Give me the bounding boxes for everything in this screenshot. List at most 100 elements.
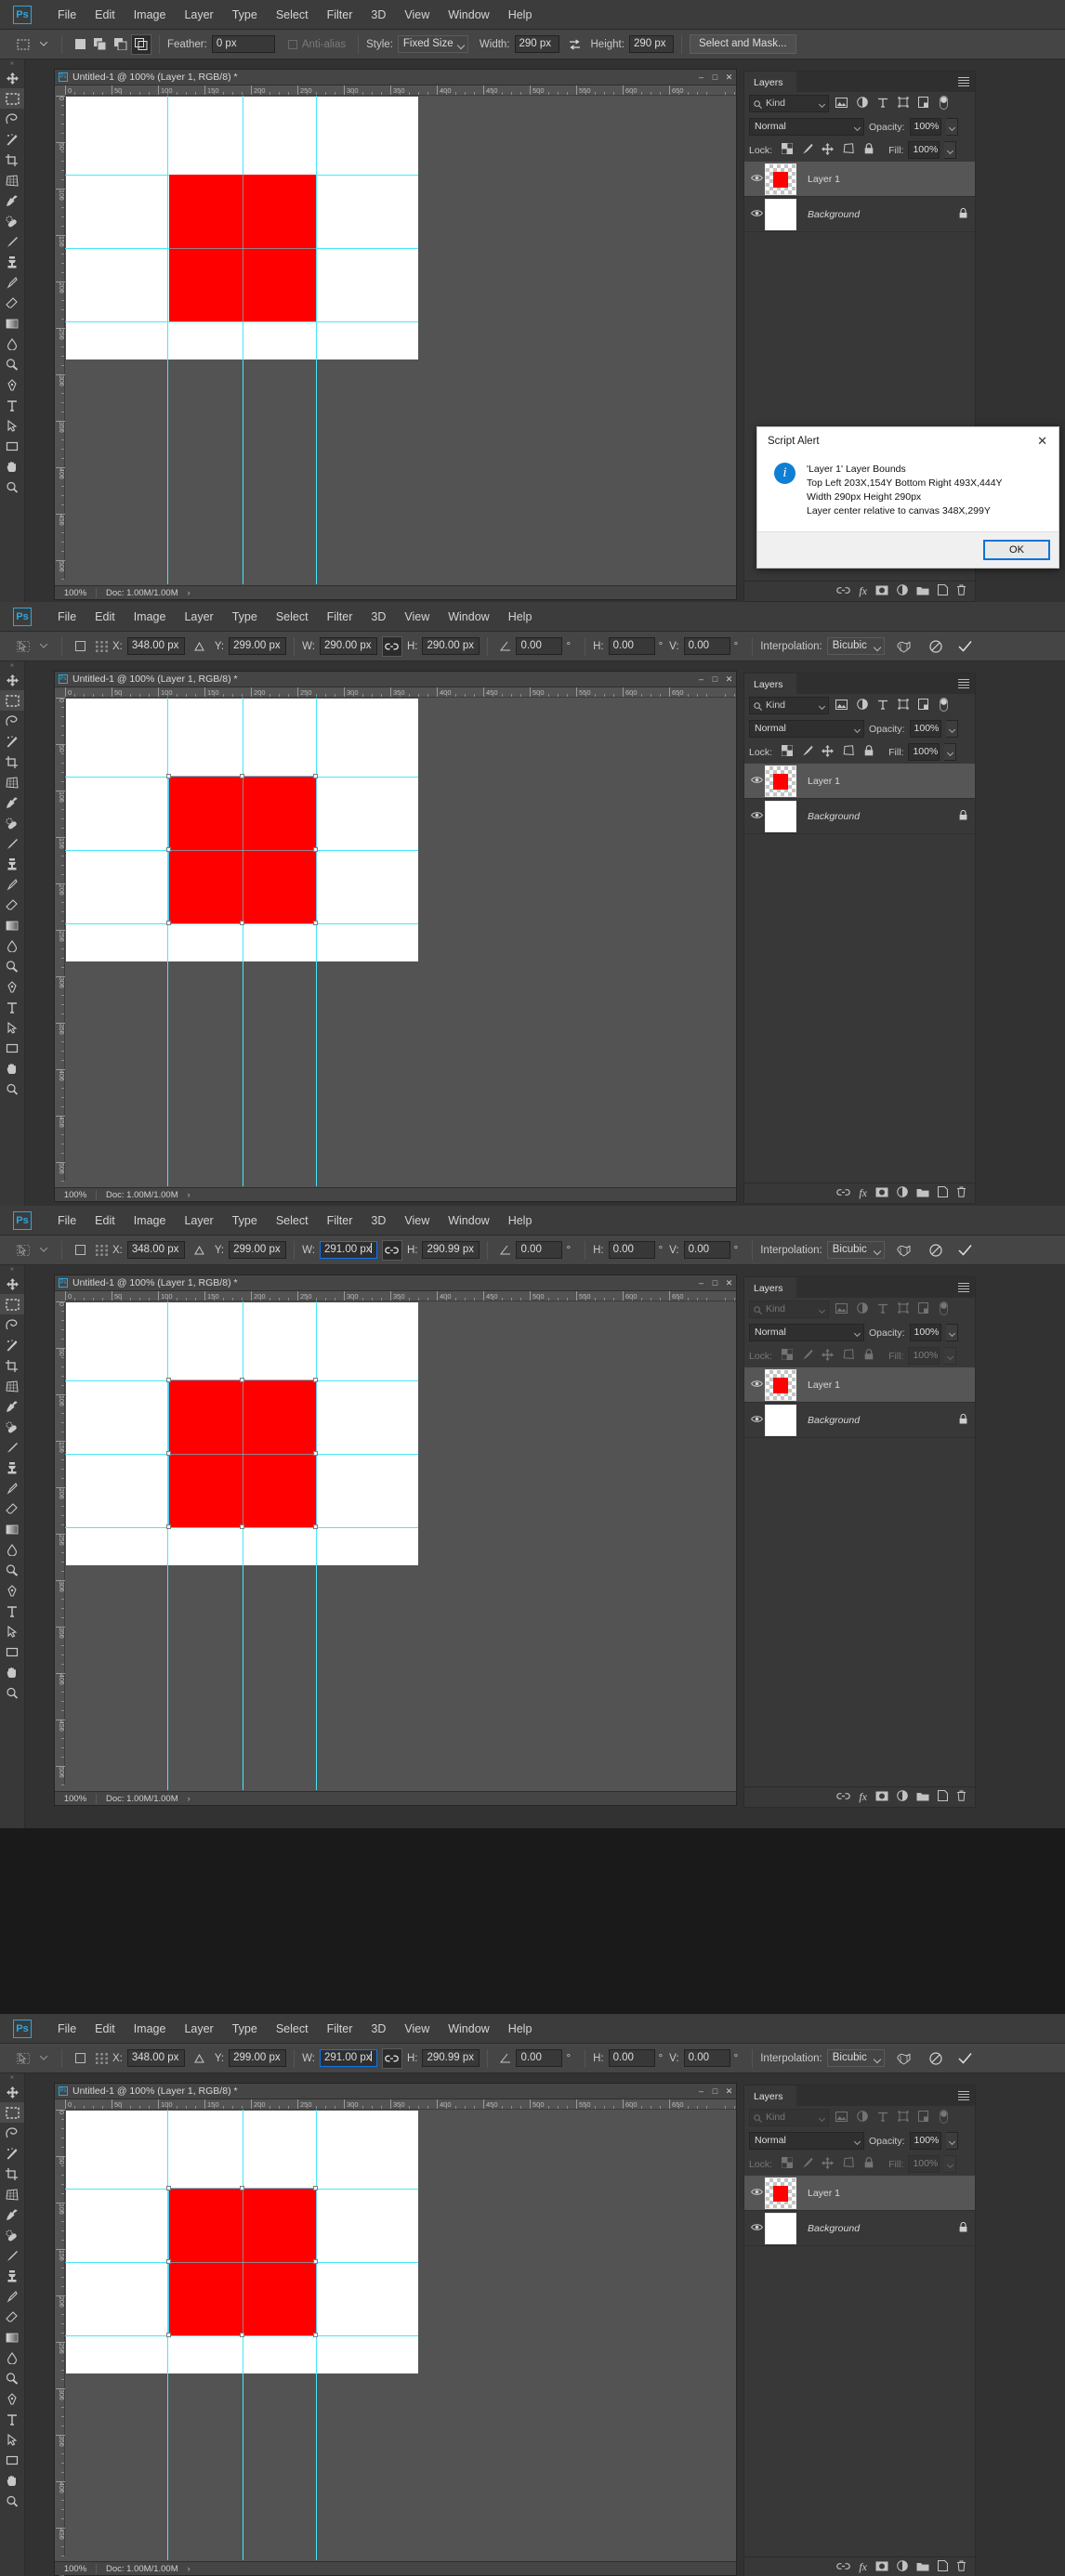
- script-alert-dialog[interactable]: Script Alert ✕ i 'Layer 1' Layer Bounds …: [756, 426, 1059, 569]
- close-button[interactable]: ✕: [722, 674, 736, 685]
- transform-y-input[interactable]: 299.00 px: [229, 1241, 287, 1259]
- filter-kind-dropdown[interactable]: Kind: [749, 95, 829, 112]
- lock-position-icon[interactable]: [820, 2156, 835, 2172]
- maximize-button[interactable]: □: [708, 1278, 722, 1288]
- tool-preset-chevron-down-icon[interactable]: [33, 2048, 54, 2069]
- vertical-guide[interactable]: [167, 698, 168, 1186]
- filter-enable-toggle-icon[interactable]: [936, 2109, 952, 2126]
- opacity-input[interactable]: 100%: [909, 1324, 941, 1341]
- layer-visibility-icon[interactable]: [748, 209, 765, 220]
- menu-item-view[interactable]: View: [395, 8, 439, 21]
- layer-thumbnail[interactable]: [765, 2177, 796, 2209]
- maximize-button[interactable]: □: [708, 72, 722, 82]
- switch-to-warp-icon[interactable]: [894, 2048, 914, 2069]
- lock-transparent-pixels-icon[interactable]: [779, 1348, 795, 1363]
- tool-pen[interactable]: [0, 976, 24, 997]
- blend-mode-dropdown[interactable]: Normal: [749, 720, 864, 738]
- menu-item-type[interactable]: Type: [223, 1214, 267, 1227]
- tool-dodge[interactable]: [0, 354, 24, 374]
- transform-options-bar-2[interactable]: X: 348.00 px Y: 299.00 px W: 290.00 px H…: [0, 632, 1065, 661]
- delta-triangle-icon[interactable]: [190, 636, 210, 657]
- new-group-icon[interactable]: [916, 2561, 929, 2574]
- filter-enable-toggle-icon[interactable]: [936, 95, 952, 112]
- lock-all-icon[interactable]: [861, 1349, 876, 1363]
- menu-item-image[interactable]: Image: [125, 610, 176, 623]
- rectangular-marquee-tool-preset-icon[interactable]: [13, 34, 33, 55]
- transform-bounding-box[interactable]: [168, 2188, 317, 2336]
- reference-point-toggle-checkbox[interactable]: [70, 2048, 90, 2069]
- menu-item-type[interactable]: Type: [223, 2022, 267, 2035]
- canvas-viewport-1[interactable]: [65, 96, 736, 584]
- layer-row-1[interactable]: Background: [744, 799, 975, 834]
- tool-preset-chevron-down-icon[interactable]: [33, 34, 54, 55]
- delete-layer-icon[interactable]: [956, 1790, 966, 1804]
- tool-path-selection[interactable]: [0, 1621, 24, 1641]
- tool-rectangular-marquee[interactable]: [0, 2102, 24, 2123]
- intersect-with-selection-mode-button[interactable]: [131, 33, 151, 55]
- vertical-ruler-2[interactable]: 0 50 100 150 200 250 300 350 400 450 500: [55, 698, 66, 1200]
- new-adjustment-layer-icon[interactable]: [897, 1790, 908, 1804]
- tool-gradient[interactable]: [0, 313, 24, 333]
- tool-eyedropper[interactable]: [0, 190, 24, 211]
- menu-item-type[interactable]: Type: [223, 8, 267, 21]
- tool-magic-wand[interactable]: [0, 731, 24, 752]
- tab-layers[interactable]: Layers: [744, 72, 796, 92]
- transform-handle-0[interactable]: [166, 2186, 171, 2190]
- shape-layer-filter-icon[interactable]: [895, 2111, 911, 2125]
- commit-transform-icon[interactable]: [955, 2048, 976, 2069]
- close-icon[interactable]: ✕: [1033, 434, 1051, 449]
- tool-crop[interactable]: [0, 1355, 24, 1376]
- menu-bar-3[interactable]: Ps File Edit Image Layer Type Select Fil…: [0, 1206, 1065, 1236]
- layer-filter-row[interactable]: Kind: [744, 2106, 975, 2129]
- new-group-icon[interactable]: [916, 585, 929, 598]
- fill-input[interactable]: 100%: [908, 141, 940, 159]
- tool-eraser[interactable]: [0, 2307, 24, 2327]
- transform-handle-2[interactable]: [313, 2186, 318, 2190]
- tool-dodge[interactable]: [0, 956, 24, 976]
- layers-panel-bottom-bar[interactable]: fx: [744, 1786, 975, 1807]
- document-window-1[interactable]: Ps Untitled-1 @ 100% (Layer 1, RGB/8) * …: [54, 69, 737, 600]
- layer-thumbnail[interactable]: [765, 1368, 796, 1401]
- layer-name[interactable]: Background: [808, 209, 959, 220]
- transform-bounding-box[interactable]: [168, 1380, 317, 1528]
- opacity-input[interactable]: 100%: [909, 118, 941, 136]
- link-layers-icon[interactable]: [836, 1188, 851, 1199]
- menu-item-select[interactable]: Select: [267, 2022, 318, 2035]
- tool-blur[interactable]: [0, 1539, 24, 1560]
- tool-blur[interactable]: [0, 333, 24, 354]
- layers-panel-bottom-bar[interactable]: fx: [744, 581, 975, 601]
- tool-dodge[interactable]: [0, 2368, 24, 2388]
- layer-filter-row[interactable]: Kind: [744, 92, 975, 115]
- transform-h-input[interactable]: 290.99 px: [422, 1241, 480, 1259]
- lock-transparent-pixels-icon[interactable]: [779, 2156, 795, 2171]
- tool-lasso[interactable]: [0, 1314, 24, 1335]
- transform-y-input[interactable]: 299.00 px: [229, 637, 287, 655]
- menu-item-layer[interactable]: Layer: [175, 2022, 222, 2035]
- filter-enable-toggle-icon[interactable]: [936, 697, 952, 714]
- horizontal-ruler-3[interactable]: 0 50 100 150 200 250 300 350 400 450 500 550 600 650: [65, 1291, 736, 1301]
- tool-brush[interactable]: [0, 231, 24, 252]
- tool-crop[interactable]: [0, 752, 24, 772]
- vertical-guide[interactable]: [167, 1301, 168, 1790]
- layer-style-fx-icon[interactable]: fx: [859, 584, 867, 598]
- lock-artboard-nesting-icon[interactable]: [840, 745, 856, 759]
- tool-hand[interactable]: [0, 456, 24, 477]
- layers-panel-tabs[interactable]: Layers: [744, 72, 975, 92]
- menu-item-filter[interactable]: Filter: [318, 2022, 362, 2035]
- smart-object-filter-icon[interactable]: [915, 2111, 931, 2125]
- zoom-level[interactable]: 100%: [55, 588, 96, 598]
- blend-mode-dropdown[interactable]: Normal: [749, 1324, 864, 1341]
- tools-panel-4[interactable]: »: [0, 2073, 25, 2576]
- layer-row-0[interactable]: Layer 1: [744, 1367, 975, 1403]
- adjustment-layer-filter-icon[interactable]: [854, 2111, 870, 2125]
- layer-row-0[interactable]: Layer 1: [744, 162, 975, 197]
- tool-eraser[interactable]: [0, 1498, 24, 1519]
- status-expand-arrow[interactable]: ›: [178, 2564, 191, 2573]
- reference-point-toggle-checkbox[interactable]: [70, 1240, 90, 1261]
- vertical-ruler-3[interactable]: 0 50 100 150 200 250 300 350 400 450 500: [55, 1301, 66, 1804]
- transform-handle-5[interactable]: [166, 921, 171, 925]
- layer-row-0[interactable]: Layer 1: [744, 2176, 975, 2211]
- minimize-button[interactable]: –: [694, 1278, 708, 1288]
- commit-transform-icon[interactable]: [955, 1240, 976, 1261]
- layer-visibility-icon[interactable]: [748, 174, 765, 185]
